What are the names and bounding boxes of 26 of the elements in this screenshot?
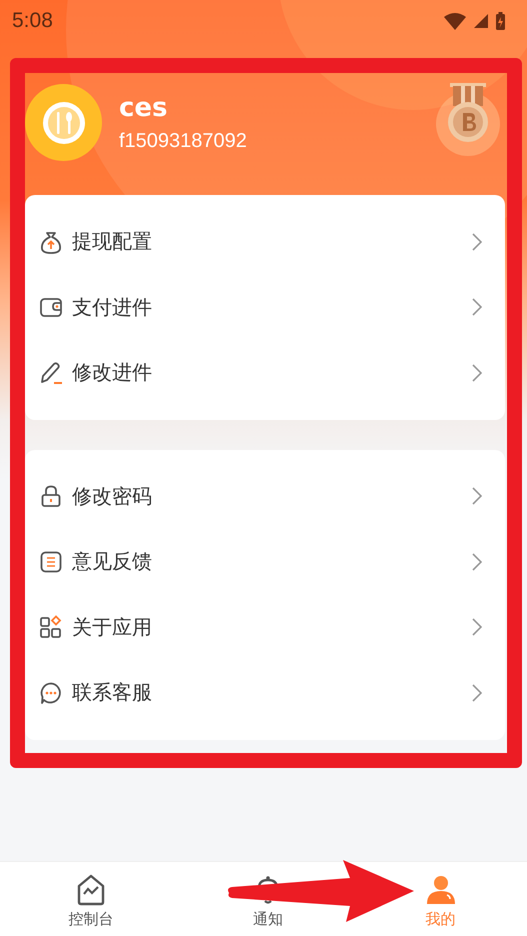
- menu-item[interactable]: 联系客服: [25, 660, 505, 726]
- menu-item[interactable]: 意见反馈: [25, 529, 505, 594]
- document-icon: [38, 548, 64, 575]
- chevron-right-icon: [471, 297, 483, 318]
- chevron-right-icon: [471, 617, 483, 638]
- menu-item[interactable]: 提现配置: [25, 209, 505, 274]
- chevron-right-icon: [471, 552, 483, 572]
- menu-item[interactable]: 修改进件: [25, 340, 505, 406]
- wifi-icon: [444, 12, 466, 30]
- signal-icon: [474, 14, 488, 28]
- chat-bubble-icon: [38, 680, 64, 706]
- menu-item[interactable]: 修改密码: [25, 464, 505, 529]
- battery-icon: [496, 12, 505, 30]
- plate-cutlery-icon: [40, 100, 86, 146]
- chevron-right-icon: [471, 232, 483, 252]
- tab[interactable]: 控制台: [68, 862, 114, 936]
- menu-item[interactable]: 关于应用: [25, 594, 505, 660]
- pencil-icon: [38, 360, 64, 386]
- account-number: f15093187092: [119, 129, 247, 154]
- chevron-right-icon: [471, 486, 483, 506]
- status-time: 5:08: [12, 9, 53, 33]
- apps-grid-icon: [38, 614, 64, 640]
- chevron-right-icon: [471, 362, 483, 383]
- menu-item[interactable]: 支付进件: [25, 274, 505, 340]
- chevron-right-icon: [471, 682, 483, 703]
- user-name: ces: [119, 92, 169, 125]
